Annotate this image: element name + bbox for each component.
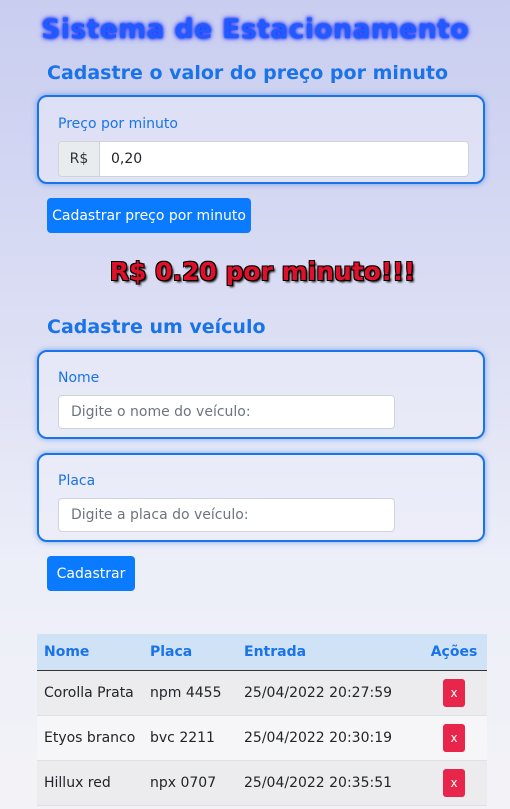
price-banner: R$ 0.20 por minuto!!! <box>109 257 416 286</box>
register-price-button[interactable]: Cadastrar preço por minuto <box>47 198 251 233</box>
currency-addon: R$ <box>59 142 100 176</box>
table-row: Hillux red npx 0707 25/04/2022 20:35:51 … <box>37 761 487 806</box>
vehicle-plate-input[interactable]: Digite a placa do veículo: <box>58 498 395 532</box>
price-section-title: Cadastre o valor do preço por minuto <box>47 62 449 84</box>
delete-button[interactable]: x <box>443 679 465 707</box>
vehicle-section-title: Cadastre um veículo <box>47 316 266 338</box>
price-label: Preço por minuto <box>58 116 178 132</box>
vehicles-table: Nome Placa Entrada Ações Corolla Prata n… <box>37 634 487 806</box>
cell-placa: npx 0707 <box>150 775 217 791</box>
cell-nome: Hillux red <box>44 775 111 791</box>
table-row: Corolla Prata npm 4455 25/04/2022 20:27:… <box>37 671 487 716</box>
table-header: Nome Placa Entrada Ações <box>37 634 487 671</box>
vehicle-name-box: Nome Digite o nome do veículo: <box>37 350 485 439</box>
header-acoes: Ações <box>430 644 478 660</box>
cell-placa: npm 4455 <box>150 685 222 701</box>
cell-nome: Etyos branco <box>44 730 136 746</box>
vehicle-plate-box: Placa Digite a placa do veículo: <box>37 453 485 542</box>
vehicle-name-input[interactable]: Digite o nome do veículo: <box>58 395 395 429</box>
price-input[interactable]: 0,20 <box>100 142 468 176</box>
delete-button[interactable]: x <box>443 769 465 797</box>
delete-button[interactable]: x <box>443 724 465 752</box>
header-placa: Placa <box>150 644 193 660</box>
cell-nome: Corolla Prata <box>44 685 134 701</box>
cell-entrada: 25/04/2022 20:30:19 <box>244 730 393 746</box>
vehicle-name-label: Nome <box>58 370 100 386</box>
cell-entrada: 25/04/2022 20:35:51 <box>244 775 393 791</box>
price-field-box: Preço por minuto R$ 0,20 <box>37 95 485 184</box>
header-nome: Nome <box>44 644 90 660</box>
cell-placa: bvc 2211 <box>150 730 215 746</box>
table-row: Etyos branco bvc 2211 25/04/2022 20:30:1… <box>37 716 487 761</box>
register-vehicle-button[interactable]: Cadastrar <box>47 556 135 591</box>
vehicle-plate-label: Placa <box>58 473 96 489</box>
app-title: Sistema de Estacionamento <box>41 14 469 45</box>
price-input-group: R$ 0,20 <box>58 141 469 177</box>
header-entrada: Entrada <box>244 644 307 660</box>
cell-entrada: 25/04/2022 20:27:59 <box>244 685 393 701</box>
